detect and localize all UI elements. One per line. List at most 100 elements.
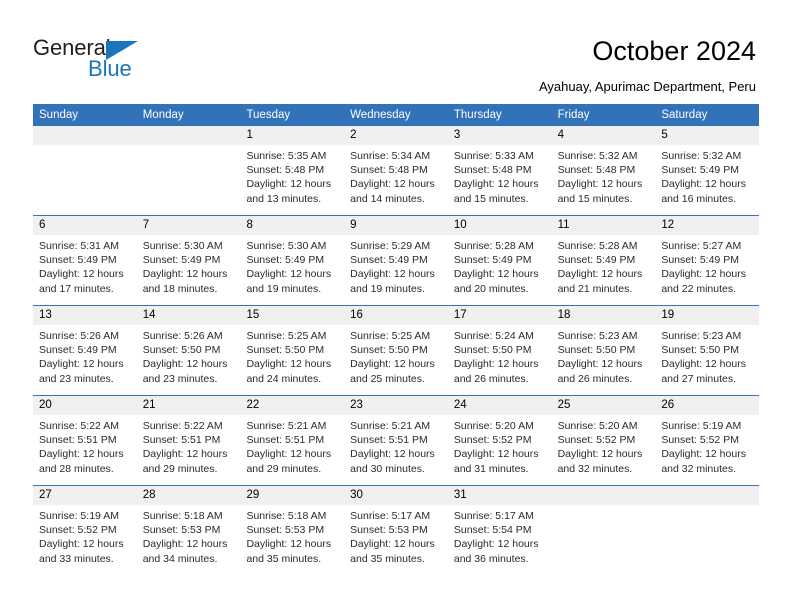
sunset-text: Sunset: 5:50 PM (661, 344, 739, 357)
daylight-text-line2: and 32 minutes. (661, 462, 737, 475)
calendar-day-cell[interactable]: 13 Sunrise: 5:26 AM Sunset: 5:49 PM Dayligh… (33, 306, 137, 395)
day-sun-info: Sunrise: 5:19 AM Sunset: 5:52 PM Daylight:… (33, 505, 137, 566)
day-number: 22 (240, 396, 345, 415)
daylight-text-line1: Daylight: 12 hours (350, 538, 435, 551)
calendar-day-cell[interactable]: 4 Sunrise: 5:32 AM Sunset: 5:48 PM Daylight… (551, 126, 656, 215)
calendar-day-cell[interactable]: 31 Sunrise: 5:17 AM Sunset: 5:54 PM Dayligh… (447, 486, 552, 576)
day-number: 28 (136, 486, 241, 505)
weekday-header-row: Sunday Monday Tuesday Wednesday Thursday… (33, 104, 759, 126)
daylight-text-line1: Daylight: 12 hours (453, 538, 539, 551)
calendar-day-cell[interactable]: 10 Sunrise: 5:28 AM Sunset: 5:49 PM Dayligh… (447, 216, 552, 305)
day-number: 3 (447, 126, 552, 145)
calendar-day-cell[interactable]: 30 Sunrise: 5:17 AM Sunset: 5:53 PM Dayligh… (344, 486, 448, 576)
calendar-day-cell[interactable]: 2 Sunrise: 5:34 AM Sunset: 5:48 PM Daylight… (344, 126, 448, 215)
calendar-day-cell[interactable]: 17 Sunrise: 5:24 AM Sunset: 5:50 PM Dayligh… (447, 306, 552, 395)
daylight-text-line2: and 32 minutes. (557, 462, 633, 475)
day-sun-info: Sunrise: 5:17 AM Sunset: 5:53 PM Daylight:… (344, 505, 448, 566)
sunrise-text: Sunrise: 5:32 AM (557, 150, 638, 162)
weekday-header-saturday: Saturday (661, 109, 708, 121)
calendar-day-cell[interactable]: 7 Sunrise: 5:30 AM Sunset: 5:49 PM Daylight… (136, 216, 241, 305)
sunset-text: Sunset: 5:50 PM (246, 344, 325, 357)
general-blue-logo[interactable]: General Blue (33, 36, 233, 90)
calendar-day-cell[interactable]: 21 Sunrise: 5:22 AM Sunset: 5:51 PM Dayligh… (136, 396, 241, 485)
sunset-text: Sunset: 5:53 PM (142, 524, 221, 537)
day-number: 10 (447, 216, 552, 235)
calendar-grid: Sunday Monday Tuesday Wednesday Thursday… (33, 104, 760, 576)
day-sun-info: Sunrise: 5:31 AM Sunset: 5:49 PM Daylight:… (33, 235, 137, 296)
daylight-text-line2: and 21 minutes. (557, 282, 633, 295)
sunrise-text: Sunrise: 5:25 AM (350, 330, 431, 342)
calendar-week-row: 20 Sunrise: 5:22 AM Sunset: 5:51 PM Dayligh… (33, 396, 760, 486)
daylight-text-line2: and 29 minutes. (246, 462, 322, 475)
calendar-day-cell[interactable]: 20 Sunrise: 5:22 AM Sunset: 5:51 PM Dayligh… (33, 396, 137, 485)
calendar-day-cell-empty (136, 126, 241, 215)
calendar-day-cell[interactable]: 29 Sunrise: 5:18 AM Sunset: 5:53 PM Dayligh… (240, 486, 345, 576)
day-number: 5 (655, 126, 760, 145)
sunrise-text: Sunrise: 5:25 AM (246, 330, 327, 342)
daylight-text-line1: Daylight: 12 hours (350, 448, 435, 461)
sunrise-text: Sunrise: 5:24 AM (453, 330, 534, 342)
daylight-text-line1: Daylight: 12 hours (453, 178, 539, 191)
calendar-day-cell[interactable]: 18 Sunrise: 5:23 AM Sunset: 5:50 PM Dayligh… (551, 306, 656, 395)
sunrise-text: Sunrise: 5:18 AM (142, 510, 223, 522)
calendar-week-row: 6 Sunrise: 5:31 AM Sunset: 5:49 PM Daylight… (33, 216, 760, 306)
daylight-text-line1: Daylight: 12 hours (39, 268, 124, 281)
sunrise-text: Sunrise: 5:19 AM (39, 510, 119, 522)
daylight-text-line2: and 23 minutes. (142, 372, 218, 385)
calendar-day-cell[interactable]: 11 Sunrise: 5:28 AM Sunset: 5:49 PM Dayligh… (551, 216, 656, 305)
sunset-text: Sunset: 5:48 PM (453, 164, 532, 177)
day-number: 2 (344, 126, 448, 145)
calendar-day-cell[interactable]: 9 Sunrise: 5:29 AM Sunset: 5:49 PM Daylight… (344, 216, 448, 305)
daylight-text-line1: Daylight: 12 hours (453, 358, 539, 371)
calendar-day-cell[interactable]: 25 Sunrise: 5:20 AM Sunset: 5:52 PM Dayligh… (551, 396, 656, 485)
calendar-day-cell[interactable]: 26 Sunrise: 5:19 AM Sunset: 5:52 PM Dayligh… (655, 396, 760, 485)
calendar-day-cell[interactable]: 23 Sunrise: 5:21 AM Sunset: 5:51 PM Dayligh… (344, 396, 448, 485)
page-title: October 2024 (592, 36, 756, 66)
daylight-text-line2: and 16 minutes. (661, 192, 737, 205)
daylight-text-line1: Daylight: 12 hours (350, 358, 435, 371)
calendar-day-cell[interactable]: 15 Sunrise: 5:25 AM Sunset: 5:50 PM Dayligh… (240, 306, 345, 395)
daylight-text-line2: and 31 minutes. (453, 462, 529, 475)
calendar-day-cell[interactable]: 12 Sunrise: 5:27 AM Sunset: 5:49 PM Dayligh… (655, 216, 760, 305)
sunrise-text: Sunrise: 5:33 AM (453, 150, 534, 162)
calendar-day-cell[interactable]: 8 Sunrise: 5:30 AM Sunset: 5:49 PM Daylight… (240, 216, 345, 305)
daylight-text-line2: and 26 minutes. (557, 372, 633, 385)
calendar-day-cell[interactable]: 6 Sunrise: 5:31 AM Sunset: 5:49 PM Daylight… (33, 216, 137, 305)
calendar-day-cell[interactable]: 28 Sunrise: 5:18 AM Sunset: 5:53 PM Dayligh… (136, 486, 241, 576)
sunrise-text: Sunrise: 5:26 AM (142, 330, 223, 342)
calendar-day-cell[interactable]: 16 Sunrise: 5:25 AM Sunset: 5:50 PM Dayligh… (344, 306, 448, 395)
daylight-text-line1: Daylight: 12 hours (142, 268, 228, 281)
day-sun-info: Sunrise: 5:19 AM Sunset: 5:52 PM Daylight:… (655, 415, 759, 476)
sunset-text: Sunset: 5:52 PM (39, 524, 117, 537)
calendar-day-cell[interactable]: 19 Sunrise: 5:23 AM Sunset: 5:50 PM Dayligh… (655, 306, 760, 395)
day-sun-info: Sunrise: 5:34 AM Sunset: 5:48 PM Daylight:… (344, 145, 448, 206)
day-sun-info: Sunrise: 5:30 AM Sunset: 5:49 PM Daylight:… (240, 235, 344, 296)
day-sun-info: Sunrise: 5:18 AM Sunset: 5:53 PM Daylight:… (240, 505, 344, 566)
day-number: 7 (136, 216, 241, 235)
calendar-day-cell[interactable]: 22 Sunrise: 5:21 AM Sunset: 5:51 PM Dayligh… (240, 396, 345, 485)
day-number: 15 (240, 306, 345, 325)
sunrise-text: Sunrise: 5:27 AM (661, 240, 742, 252)
calendar-day-cell[interactable]: 14 Sunrise: 5:26 AM Sunset: 5:50 PM Dayligh… (136, 306, 241, 395)
calendar-week-row: 27 Sunrise: 5:19 AM Sunset: 5:52 PM Dayligh… (33, 486, 760, 576)
calendar-day-cell[interactable]: 5 Sunrise: 5:32 AM Sunset: 5:49 PM Daylight… (655, 126, 760, 215)
day-number: 14 (136, 306, 241, 325)
day-sun-info: Sunrise: 5:25 AM Sunset: 5:50 PM Daylight:… (344, 325, 448, 386)
calendar-day-cell-empty (551, 486, 656, 576)
calendar-day-cell[interactable]: 3 Sunrise: 5:33 AM Sunset: 5:48 PM Daylight… (447, 126, 552, 215)
day-sun-info: Sunrise: 5:18 AM Sunset: 5:53 PM Daylight:… (137, 505, 241, 566)
daylight-text-line1: Daylight: 12 hours (142, 448, 228, 461)
day-number: 13 (33, 306, 137, 325)
daylight-text-line1: Daylight: 12 hours (661, 178, 746, 191)
daylight-text-line1: Daylight: 12 hours (246, 448, 332, 461)
calendar-day-cell[interactable]: 1 Sunrise: 5:35 AM Sunset: 5:48 PM Daylight… (240, 126, 345, 215)
sunset-text: Sunset: 5:50 PM (557, 344, 636, 357)
sunrise-text: Sunrise: 5:22 AM (142, 420, 223, 432)
calendar-day-cell[interactable]: 27 Sunrise: 5:19 AM Sunset: 5:52 PM Dayligh… (33, 486, 137, 576)
daylight-text-line2: and 35 minutes. (246, 552, 322, 565)
daylight-text-line1: Daylight: 12 hours (142, 358, 228, 371)
sunset-text: Sunset: 5:53 PM (350, 524, 428, 537)
sunrise-text: Sunrise: 5:23 AM (661, 330, 742, 342)
weekday-header-monday: Monday (142, 109, 184, 121)
calendar-day-cell[interactable]: 24 Sunrise: 5:20 AM Sunset: 5:52 PM Dayligh… (447, 396, 552, 485)
